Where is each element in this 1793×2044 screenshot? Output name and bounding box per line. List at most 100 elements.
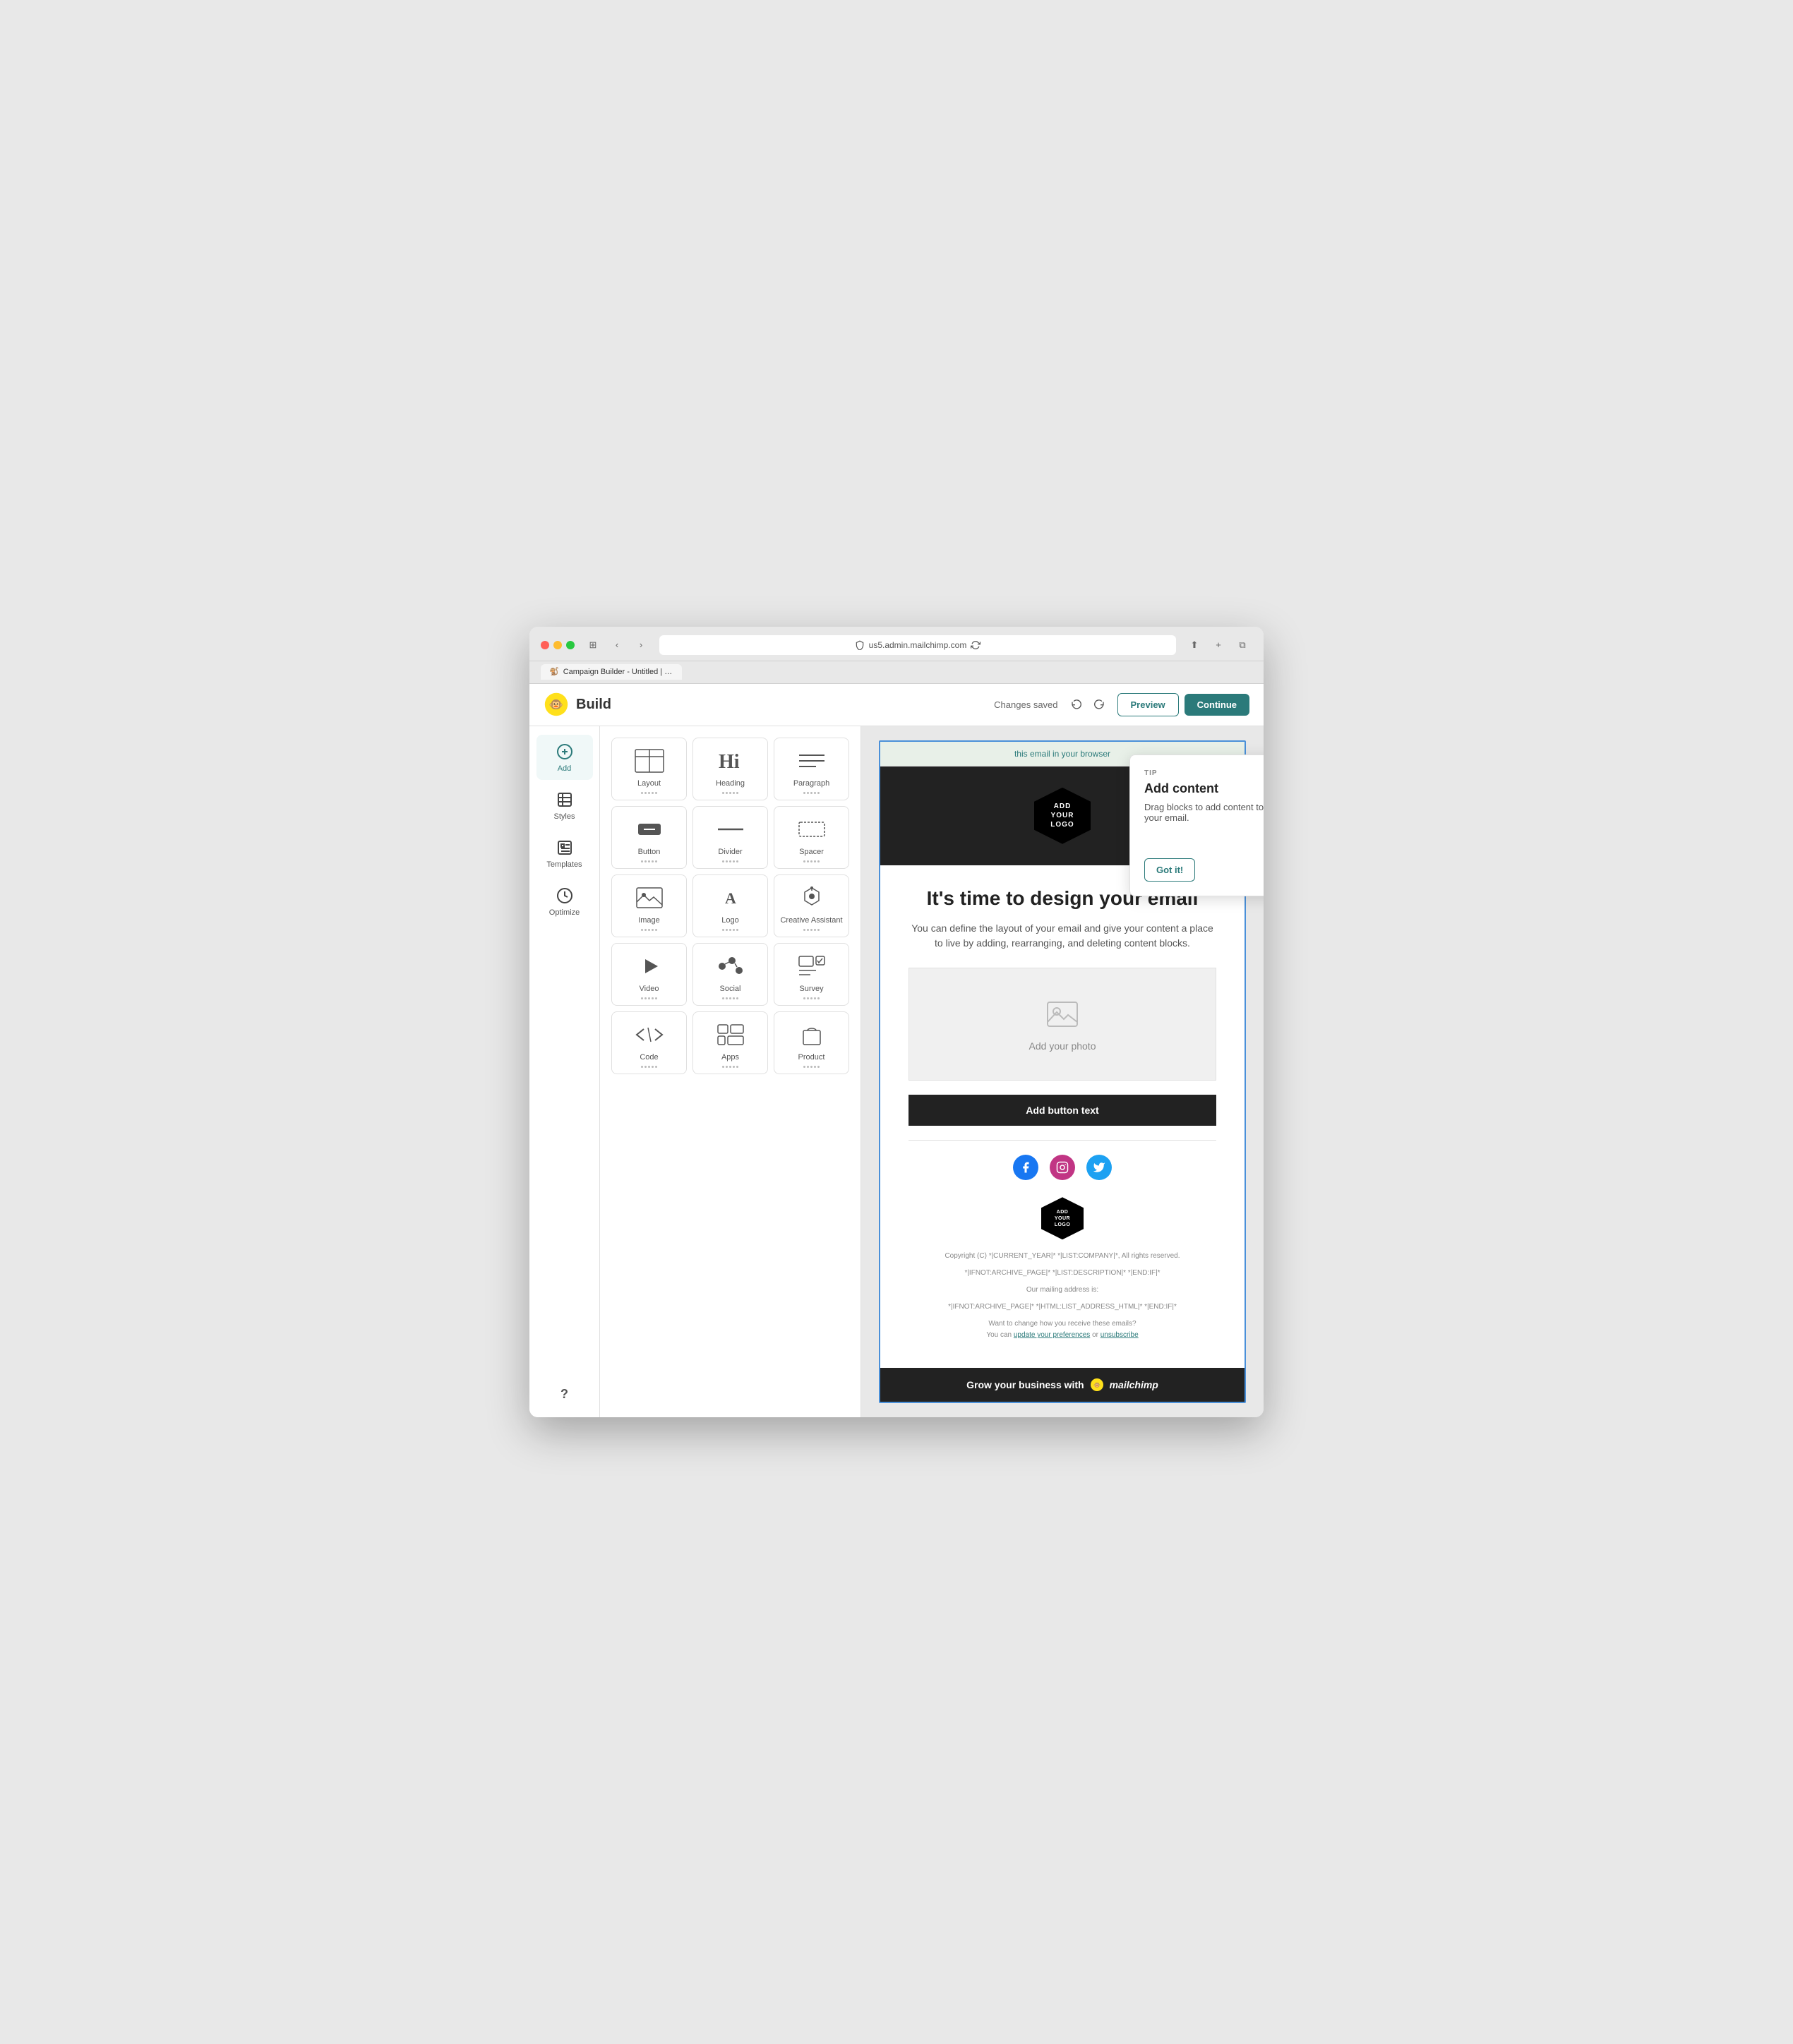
- undo-redo-controls: [1067, 695, 1109, 714]
- email-photo-placeholder[interactable]: Add your photo: [909, 968, 1216, 1081]
- survey-label: Survey: [799, 985, 823, 993]
- got-it-button[interactable]: Got it!: [1144, 858, 1195, 882]
- apps-icon: [714, 1021, 748, 1049]
- block-apps[interactable]: Apps: [692, 1011, 768, 1074]
- grow-business-text: Grow your business with: [966, 1379, 1084, 1390]
- block-video[interactable]: Video: [611, 943, 687, 1006]
- sidebar: Add Styles: [529, 726, 600, 1418]
- sidebar-item-add[interactable]: Add: [536, 735, 593, 780]
- block-survey[interactable]: Survey: [774, 943, 849, 1006]
- new-tab-button[interactable]: +: [1209, 637, 1228, 654]
- block-code[interactable]: Code: [611, 1011, 687, 1074]
- help-button[interactable]: ?: [556, 1383, 572, 1406]
- svg-text:Hi: Hi: [719, 751, 740, 773]
- maximize-button[interactable]: [566, 641, 575, 649]
- sidebar-toggle-button[interactable]: ⊞: [583, 637, 603, 654]
- code-icon: [632, 1021, 666, 1049]
- sidebar-item-templates[interactable]: Templates: [536, 831, 593, 876]
- block-paragraph[interactable]: Paragraph: [774, 738, 849, 800]
- main-area: Add Styles: [529, 726, 1264, 1418]
- undo-button[interactable]: [1067, 695, 1086, 714]
- optimize-icon: [555, 886, 575, 906]
- divider-icon: [714, 815, 748, 843]
- product-icon: [795, 1021, 829, 1049]
- continue-button[interactable]: Continue: [1185, 694, 1249, 716]
- twitter-icon[interactable]: [1086, 1155, 1112, 1180]
- traffic-lights: [541, 641, 575, 649]
- block-social[interactable]: Social: [692, 943, 768, 1006]
- heading-label: Heading: [716, 779, 745, 788]
- email-button[interactable]: Add button text: [909, 1095, 1216, 1126]
- block-image[interactable]: Image: [611, 874, 687, 937]
- product-label: Product: [798, 1053, 825, 1062]
- block-heading[interactable]: Hi Heading: [692, 738, 768, 800]
- email-logo-hexagon: ADDYOURLOGO: [1034, 788, 1091, 844]
- address-bar[interactable]: us5.admin.mailchimp.com: [659, 635, 1176, 655]
- redo-button[interactable]: [1089, 695, 1109, 714]
- image-icon: [632, 884, 666, 912]
- browser-tabbar: 🐒 Campaign Builder - Untitled | Mailchim…: [529, 661, 1264, 684]
- mailchimp-logo-icon: 🐵: [544, 692, 569, 717]
- block-grid: Layout Hi Heading: [611, 738, 849, 1074]
- unsubscribe-link[interactable]: unsubscribe: [1101, 1331, 1139, 1339]
- tip-title: Add content: [1144, 781, 1264, 796]
- email-footer-mailing: Our mailing address is:: [909, 1285, 1216, 1296]
- browser-titlebar: ⊞ ‹ › us5.admin.mailchimp.com ⬆ + ⧉: [529, 627, 1264, 661]
- spacer-icon: [795, 815, 829, 843]
- tab-favicon: 🐒: [549, 667, 559, 677]
- facebook-icon[interactable]: [1013, 1155, 1038, 1180]
- mailchimp-text: mailchimp: [1110, 1379, 1158, 1390]
- social-label: Social: [720, 985, 741, 993]
- video-icon: [632, 952, 666, 980]
- paragraph-label: Paragraph: [793, 779, 829, 788]
- instagram-icon[interactable]: [1050, 1155, 1075, 1180]
- back-button[interactable]: ‹: [607, 637, 627, 654]
- tabs-button[interactable]: ⧉: [1233, 637, 1252, 654]
- email-subtitle: You can define the layout of your email …: [909, 921, 1216, 951]
- browser-tab[interactable]: 🐒 Campaign Builder - Untitled | Mailchim…: [541, 664, 682, 680]
- forward-button[interactable]: ›: [631, 637, 651, 654]
- logo-label: Logo: [721, 916, 738, 925]
- minimize-button[interactable]: [553, 641, 562, 649]
- templates-icon: [555, 838, 575, 858]
- sidebar-add-label: Add: [558, 764, 572, 773]
- block-layout[interactable]: Layout: [611, 738, 687, 800]
- block-logo[interactable]: A Logo: [692, 874, 768, 937]
- sidebar-bottom: ?: [556, 1383, 572, 1406]
- apps-label: Apps: [721, 1053, 739, 1062]
- app-topbar: 🐵 Build Changes saved Preview: [529, 684, 1264, 726]
- tip-text: Drag blocks to add content to your email…: [1144, 802, 1264, 823]
- sidebar-optimize-label: Optimize: [549, 908, 580, 917]
- email-footer-copyright: Copyright (C) *|CURRENT_YEAR|* *|LIST:CO…: [909, 1251, 1216, 1262]
- button-label: Button: [638, 848, 661, 856]
- block-button[interactable]: Button: [611, 806, 687, 869]
- sidebar-item-optimize[interactable]: Optimize: [536, 879, 593, 924]
- svg-text:A: A: [725, 889, 736, 907]
- view-in-browser-link[interactable]: this email in your browser: [1014, 749, 1110, 759]
- sidebar-styles-label: Styles: [554, 812, 575, 821]
- share-button[interactable]: ⬆: [1185, 637, 1204, 654]
- svg-text:🐵: 🐵: [549, 699, 563, 711]
- svg-text:🐵: 🐵: [1093, 1382, 1101, 1388]
- app-title: Build: [576, 697, 611, 713]
- tip-popup: TIP × Add content Drag blocks to add con…: [1129, 755, 1264, 896]
- creative-assistant-icon: [795, 884, 829, 912]
- changes-saved-label: Changes saved: [994, 699, 1057, 710]
- block-spacer[interactable]: Spacer: [774, 806, 849, 869]
- block-creative-assistant[interactable]: Creative Assistant: [774, 874, 849, 937]
- block-divider[interactable]: Divider: [692, 806, 768, 869]
- social-icon: [714, 952, 748, 980]
- browser-actions: ⬆ + ⧉: [1185, 637, 1252, 654]
- spacer-label: Spacer: [799, 848, 824, 856]
- email-footer-archive: *|IFNOT:ARCHIVE_PAGE|* *|LIST:DESCRIPTIO…: [909, 1268, 1216, 1279]
- undo-icon: [1071, 699, 1082, 710]
- url-text: us5.admin.mailchimp.com: [869, 638, 967, 652]
- block-product[interactable]: Product: [774, 1011, 849, 1074]
- reload-icon[interactable]: [971, 640, 981, 650]
- sidebar-templates-label: Templates: [546, 860, 582, 869]
- update-preferences-link[interactable]: update your preferences: [1014, 1331, 1090, 1339]
- mailchimp-badge-icon: 🐵: [1090, 1378, 1104, 1392]
- sidebar-item-styles[interactable]: Styles: [536, 783, 593, 828]
- preview-button[interactable]: Preview: [1117, 693, 1179, 716]
- close-button[interactable]: [541, 641, 549, 649]
